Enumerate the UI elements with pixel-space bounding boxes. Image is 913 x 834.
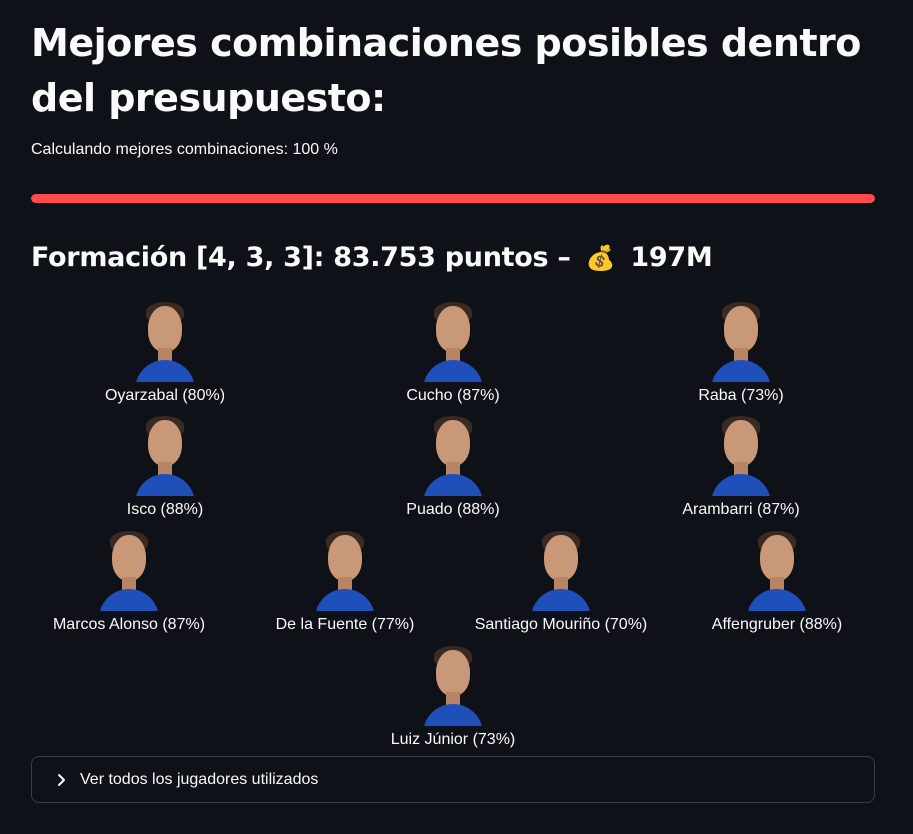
player-name: Marcos Alonso (87%) — [52, 616, 206, 633]
player-card: Puado (88%) — [343, 414, 563, 520]
player-photo — [131, 414, 199, 496]
player-name: Puado (88%) — [406, 501, 500, 518]
player-photo — [419, 414, 487, 496]
player-card: Santiago Mouriño (70%) — [451, 529, 671, 635]
player-card: Isco (88%) — [55, 414, 275, 520]
player-name: Arambarri (87%) — [682, 501, 800, 518]
formation-label: Formación [4, 3, 3]: 83.753 puntos – — [31, 242, 571, 273]
app-page: Mejores combinaciones posibles dentro de… — [0, 0, 913, 834]
player-card: De la Fuente (77%) — [235, 529, 455, 635]
player-photo — [743, 529, 811, 611]
player-name: Isco (88%) — [126, 501, 204, 518]
player-photo — [419, 300, 487, 382]
progress-label: Calculando mejores combinaciones: 100 % — [31, 141, 338, 158]
player-name: Cucho (87%) — [406, 387, 500, 404]
used-players-expander[interactable]: Ver todos los jugadores utilizados — [31, 756, 875, 803]
player-name: Oyarzabal (80%) — [104, 387, 226, 404]
player-card: Raba (73%) — [631, 300, 851, 406]
player-name: Santiago Mouriño (70%) — [474, 616, 648, 633]
chevron-right-icon — [58, 773, 65, 786]
player-name: De la Fuente (77%) — [275, 616, 415, 633]
progress-bar — [31, 194, 875, 203]
player-name: Luiz Júnior (73%) — [390, 731, 516, 748]
progress-bar-fill — [31, 194, 875, 203]
player-photo — [311, 529, 379, 611]
player-photo — [707, 300, 775, 382]
player-photo — [95, 529, 163, 611]
player-card: Marcos Alonso (87%) — [19, 529, 239, 635]
formation-heading: Formación [4, 3, 3]: 83.753 puntos – 💰 1… — [31, 238, 713, 278]
player-photo — [707, 414, 775, 496]
player-name: Affengruber (88%) — [711, 616, 843, 633]
player-name: Raba (73%) — [698, 387, 784, 404]
player-photo — [131, 300, 199, 382]
player-photo — [527, 529, 595, 611]
player-card: Arambarri (87%) — [631, 414, 851, 520]
player-card: Cucho (87%) — [343, 300, 563, 406]
player-photo — [419, 644, 487, 726]
formation-budget: 197M — [630, 242, 713, 273]
player-card: Oyarzabal (80%) — [55, 300, 275, 406]
page-title: Mejores combinaciones posibles dentro de… — [31, 21, 861, 120]
player-card: Luiz Júnior (73%) — [343, 644, 563, 750]
expander-label: Ver todos los jugadores utilizados — [80, 770, 319, 788]
player-card: Affengruber (88%) — [667, 529, 887, 635]
money-bag-icon: 💰 — [585, 244, 616, 272]
